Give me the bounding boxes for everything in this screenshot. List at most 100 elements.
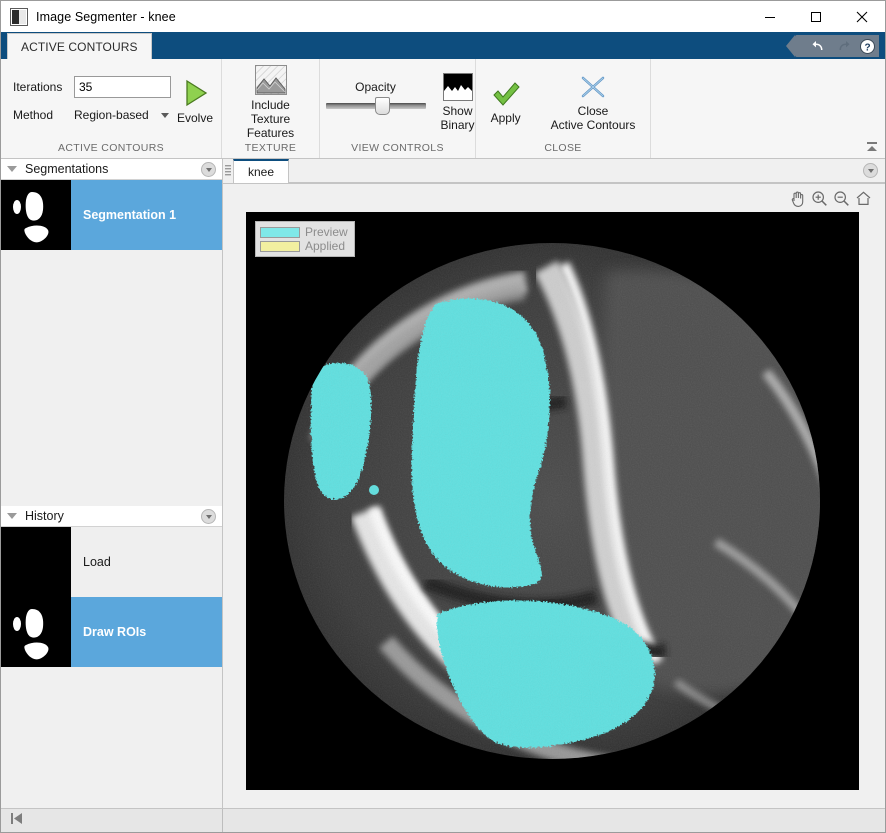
legend-label-preview: Preview <box>305 225 348 239</box>
help-icon[interactable]: ? <box>855 35 879 57</box>
list-item-draw-rois[interactable]: Draw ROIs <box>1 597 222 667</box>
history-title: History <box>25 509 64 523</box>
zoom-in-icon[interactable] <box>809 188 829 208</box>
checkmark-icon <box>492 81 520 106</box>
list-item-segmentation-1[interactable]: Segmentation 1 <box>1 180 222 250</box>
legend-swatch-applied <box>260 240 300 252</box>
history-thumbnail-load <box>1 527 71 597</box>
opacity-slider-thumb[interactable] <box>375 96 391 115</box>
axes-toolbar <box>787 188 873 208</box>
pan-icon[interactable] <box>787 188 807 208</box>
close-label-line1: Close <box>577 103 609 118</box>
apply-button[interactable]: Apply <box>483 76 529 125</box>
include-texture-label-line1: Include Texture <box>250 97 291 126</box>
legend-label-applied: Applied <box>305 239 346 253</box>
knee-mri-image[interactable]: Preview Applied <box>246 212 859 790</box>
collapse-caret-icon <box>7 166 17 172</box>
group-label-close: CLOSE <box>544 142 582 154</box>
group-label-active-contours: ACTIVE CONTOURS <box>58 142 164 154</box>
main-panel: knee Preview Applied <box>223 159 885 808</box>
document-tab-bar-empty <box>289 159 885 183</box>
quick-access-toolbar: ? <box>786 35 879 57</box>
show-binary-icon <box>442 72 473 101</box>
close-label-line2: Active Contours <box>550 117 636 132</box>
collapse-left-icon[interactable] <box>10 812 25 830</box>
list-item-load[interactable]: Load <box>1 527 222 597</box>
history-panel-header[interactable]: History <box>1 506 222 527</box>
include-texture-label-line2: Features <box>246 125 295 140</box>
active-contours-fields: Iterations Method Region-based <box>7 75 171 125</box>
left-sidebar: Segmentations Segmentation 1 History Loa… <box>1 159 223 808</box>
play-triangle-icon <box>186 79 208 106</box>
segmentation-item-label: Segmentation 1 <box>83 208 177 222</box>
ribbon-filler <box>650 59 885 158</box>
home-icon[interactable] <box>853 188 873 208</box>
show-binary-label-line2: Binary <box>440 117 475 132</box>
document-options-icon[interactable] <box>863 163 878 178</box>
segmentations-panel-header[interactable]: Segmentations <box>1 159 222 180</box>
overlay-legend: Preview Applied <box>255 221 355 257</box>
close-active-contours-button[interactable]: Close Active Contours <box>543 69 644 132</box>
segmentations-list: Segmentation 1 <box>1 180 222 506</box>
ribbon-collapse-icon[interactable] <box>863 139 881 155</box>
ribbon-group-view-controls: Opacity Show Binary VIEW CONTROLS <box>319 59 475 158</box>
app-icon <box>10 7 28 26</box>
history-thumbnail-draw-rois <box>1 597 71 667</box>
opacity-slider[interactable] <box>325 96 426 115</box>
segmentations-title: Segmentations <box>25 162 109 176</box>
status-right-section <box>223 809 885 832</box>
include-texture-features-button[interactable]: Include Texture Features <box>228 61 313 140</box>
redo-icon <box>831 35 855 57</box>
iterations-input[interactable] <box>74 75 171 98</box>
method-value: Region-based <box>74 107 149 122</box>
tab-grip-icon[interactable] <box>223 159 233 183</box>
mri-svg <box>246 212 859 790</box>
legend-row-preview: Preview <box>260 225 348 239</box>
ribbon-group-close: Apply Close Active Contours CLOSE <box>475 59 650 158</box>
window-title: Image Segmenter - knee <box>36 9 176 24</box>
show-binary-button[interactable]: Show Binary <box>436 69 480 132</box>
texture-icon <box>254 64 287 95</box>
close-icon[interactable] <box>839 1 885 32</box>
segment-femur <box>411 298 551 588</box>
chevron-down-icon <box>161 112 169 118</box>
iterations-label: Iterations <box>13 79 63 94</box>
method-row: Method Region-based <box>13 105 171 125</box>
title-bar: Image Segmenter - knee <box>1 1 885 32</box>
history-list: Load Draw ROIs <box>1 527 222 808</box>
document-tab-bar: knee <box>223 159 885 184</box>
ribbon-tab-strip: ACTIVE CONTOURS ? <box>1 32 885 59</box>
tab-knee[interactable]: knee <box>233 159 290 183</box>
minimize-icon[interactable] <box>747 1 793 32</box>
history-options-icon[interactable] <box>201 509 216 524</box>
mri-render <box>246 212 859 790</box>
evolve-label: Evolve <box>177 110 214 125</box>
zoom-out-icon[interactable] <box>831 188 851 208</box>
svg-text:?: ? <box>864 42 870 53</box>
group-label-view-controls: VIEW CONTROLS <box>351 142 444 154</box>
tab-active-contours[interactable]: ACTIVE CONTOURS <box>7 33 152 59</box>
opacity-label: Opacity <box>355 79 396 94</box>
undo-icon[interactable] <box>807 35 831 57</box>
image-canvas-area: Preview Applied <box>223 184 885 808</box>
method-dropdown[interactable]: Region-based <box>74 105 171 125</box>
group-label-texture: TEXTURE <box>244 142 297 154</box>
apply-label: Apply <box>490 110 521 125</box>
show-binary-label-line1: Show <box>442 103 473 118</box>
status-left-section <box>1 809 223 832</box>
opacity-control: Opacity <box>316 80 436 121</box>
ribbon-toolbar: Iterations Method Region-based <box>1 59 885 159</box>
image-segmenter-window: Image Segmenter - knee ACTIVE CONTOURS ?… <box>0 0 886 833</box>
legend-swatch-preview <box>260 226 300 238</box>
segmentations-options-icon[interactable] <box>201 162 216 177</box>
ribbon-group-texture: Include Texture Features TEXTURE <box>221 59 319 158</box>
legend-row-applied: Applied <box>260 239 348 253</box>
window-controls <box>747 1 885 32</box>
method-label: Method <box>13 107 54 122</box>
maximize-icon[interactable] <box>793 1 839 32</box>
ribbon-group-active-contours: Iterations Method Region-based <box>1 59 221 158</box>
evolve-button[interactable]: Evolve <box>171 76 219 125</box>
history-item-label-load: Load <box>83 555 111 569</box>
main-body: Segmentations Segmentation 1 History Loa… <box>1 159 885 808</box>
iterations-row: Iterations <box>13 75 171 98</box>
